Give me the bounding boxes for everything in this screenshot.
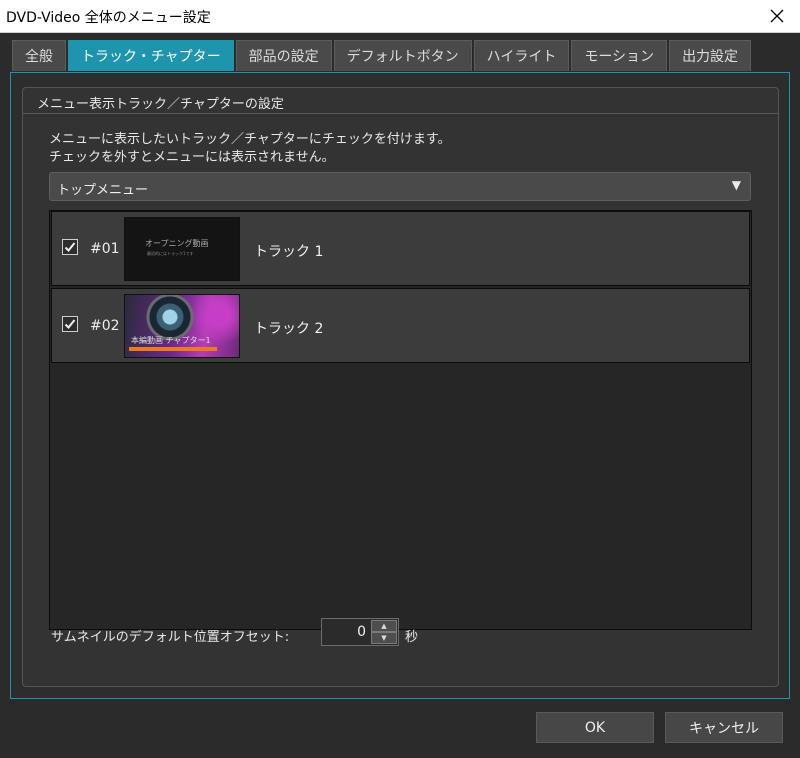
track-checkbox[interactable] (62, 316, 78, 332)
tab-bar: 全般 トラック・チャプター 部品の設定 デフォルトボタン ハイライト モーション… (12, 40, 753, 72)
thumbnail-subtitle: 最初的にはトラック1です (147, 251, 194, 256)
track-row[interactable]: #01 オープニング動画 最初的にはトラック1です トラック 1 (51, 211, 750, 286)
tab-motion[interactable]: モーション (571, 40, 668, 71)
stepper-down-icon[interactable]: ▼ (371, 632, 397, 644)
track-name: トラック 2 (254, 321, 324, 337)
description-line-1: メニューに表示したいトラック／チャプターにチェックを付けます。 (49, 132, 451, 147)
tab-general[interactable]: 全般 (12, 40, 66, 71)
track-settings-group: メニュー表示トラック／チャプターの設定 メニューに表示したいトラック／チャプター… (22, 87, 779, 687)
track-thumbnail: 本編動画 チャプター1 (124, 294, 240, 358)
offset-label: サムネイルのデフォルト位置オフセット: (51, 630, 290, 645)
group-title: メニュー表示トラック／チャプターの設定 (23, 88, 778, 114)
thumbnail-title: 本編動画 チャプター1 (131, 336, 211, 345)
tab-parts[interactable]: 部品の設定 (235, 40, 332, 71)
track-number: #02 (90, 318, 120, 334)
offset-unit: 秒 (405, 630, 419, 645)
track-checkbox[interactable] (62, 239, 78, 255)
tab-default-button[interactable]: デフォルトボタン (333, 40, 472, 71)
track-row[interactable]: #02 本編動画 チャプター1 トラック 2 (51, 288, 750, 363)
track-list: #01 オープニング動画 最初的にはトラック1です トラック 1 #02 本編動… (49, 210, 752, 630)
thumbnail-bar (129, 347, 217, 351)
stepper-up-icon[interactable]: ▲ (371, 620, 397, 632)
menu-select[interactable]: トップメニュー ▼ (49, 172, 751, 201)
description-line-2: チェックを外すとメニューには表示されません。 (49, 150, 335, 165)
description: メニューに表示したいトラック／チャプターにチェックを付けます。 チェックを外すと… (49, 131, 451, 167)
tab-output[interactable]: 出力設定 (669, 40, 752, 71)
close-button[interactable] (754, 0, 800, 32)
tab-tracks-chapters[interactable]: トラック・チャプター (68, 40, 234, 71)
dialog-body: 全般 トラック・チャプター 部品の設定 デフォルトボタン ハイライト モーション… (0, 33, 800, 758)
track-number: #01 (90, 241, 120, 257)
thumbnail-title: オープニング動画 (145, 239, 209, 248)
window-title: DVD-Video 全体のメニュー設定 (6, 10, 211, 26)
offset-stepper[interactable]: 0 ▲ ▼ (321, 618, 399, 646)
chevron-down-icon: ▼ (731, 178, 741, 192)
ok-button[interactable]: OK (535, 711, 655, 744)
tab-panel: メニュー表示トラック／チャプターの設定 メニューに表示したいトラック／チャプター… (10, 72, 790, 699)
cancel-button[interactable]: キャンセル (664, 711, 784, 744)
track-name: トラック 1 (254, 244, 324, 260)
track-thumbnail: オープニング動画 最初的にはトラック1です (124, 217, 240, 281)
title-bar: DVD-Video 全体のメニュー設定 (0, 0, 800, 33)
menu-select-value: トップメニュー (57, 183, 149, 198)
checkmark-icon (64, 242, 76, 252)
close-icon (770, 9, 784, 23)
checkmark-icon (64, 319, 76, 329)
tab-highlight[interactable]: ハイライト (473, 40, 570, 71)
offset-value[interactable]: 0 (357, 624, 366, 640)
